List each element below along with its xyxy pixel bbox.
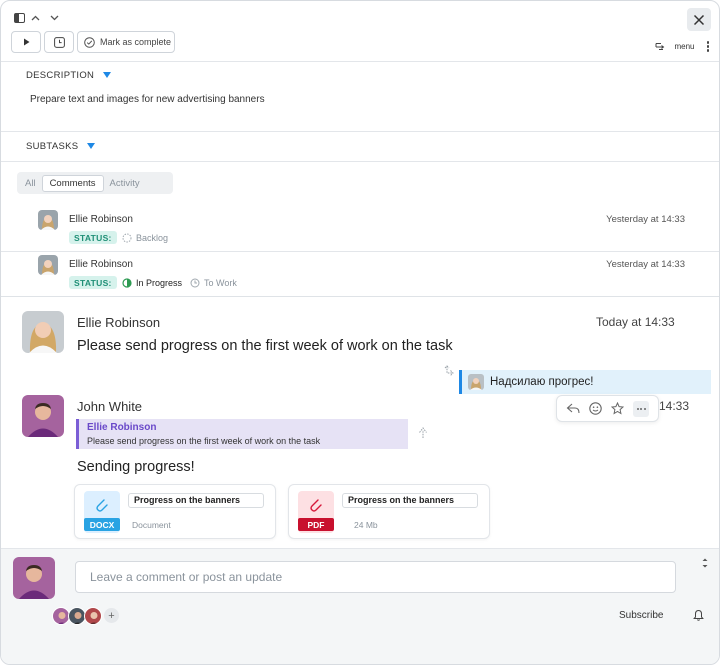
status-to: To Work xyxy=(190,276,237,289)
file-attachment[interactable]: PDF Progress on the banners 24 Mb xyxy=(288,484,490,539)
quote-author: Ellie Robinson xyxy=(87,422,157,433)
avatar xyxy=(22,311,64,353)
avatar xyxy=(38,210,58,230)
divider xyxy=(1,161,719,162)
subtasks-label: SUBTASKS xyxy=(26,141,79,152)
divider xyxy=(1,296,719,297)
subscribe-button[interactable]: Subscribe xyxy=(619,610,663,621)
status-badge: STATUS: xyxy=(69,231,117,244)
play-icon xyxy=(23,38,29,46)
quote-text: Please send progress on the first week o… xyxy=(87,436,321,446)
divider xyxy=(1,131,719,132)
task-toolbar: Mark as complete menu xyxy=(1,1,719,62)
emoji-icon[interactable] xyxy=(589,402,602,415)
participant-avatar[interactable] xyxy=(84,607,102,625)
divider xyxy=(1,251,719,252)
chevron-down-icon[interactable] xyxy=(46,10,62,26)
reply-text: Надсилаю прогрес! xyxy=(490,376,594,388)
history-author: Ellie Robinson xyxy=(69,259,133,270)
file-attachment[interactable]: DOCX Progress on the banners Document xyxy=(74,484,276,539)
check-circle-icon xyxy=(84,36,95,48)
tab-all[interactable]: All xyxy=(19,175,42,192)
mark-complete-button[interactable]: Mark as complete xyxy=(77,31,175,53)
file-name: Progress on the banners xyxy=(128,493,264,508)
time-tracking-button[interactable] xyxy=(44,31,74,53)
clock-icon xyxy=(53,36,65,48)
comment-input[interactable] xyxy=(75,561,676,593)
subtasks-header[interactable]: SUBTASKS xyxy=(26,141,96,152)
file-type-badge: PDF xyxy=(298,518,334,531)
close-icon xyxy=(693,14,705,25)
comment-author: Ellie Robinson xyxy=(77,315,161,330)
caret-down-icon xyxy=(103,72,112,79)
history-time: Yesterday at 14:33 xyxy=(606,259,685,270)
history-author: Ellie Robinson xyxy=(69,214,133,225)
history-item: Ellie Robinson Yesterday at 14:33 STATUS… xyxy=(1,210,719,255)
reply-icon[interactable] xyxy=(566,403,580,414)
avatar xyxy=(22,395,64,437)
reply-preview[interactable]: Надсилаю прогрес! xyxy=(459,370,711,394)
current-user-avatar xyxy=(13,557,55,599)
comment-time: 14:33 xyxy=(659,399,690,413)
tab-activity[interactable]: Activity xyxy=(104,175,146,192)
resize-handle-icon[interactable] xyxy=(701,557,709,569)
history-item: Ellie Robinson Yesterday at 14:33 STATUS… xyxy=(1,255,719,300)
jump-to-message-icon[interactable] xyxy=(417,426,429,439)
comment-text: Please send progress on the first week o… xyxy=(77,338,453,354)
status-value: Backlog xyxy=(122,231,168,244)
status-to-text: To Work xyxy=(204,277,237,288)
backlog-status-icon xyxy=(122,233,132,242)
status-value-text: Backlog xyxy=(136,232,169,243)
avatar xyxy=(38,255,58,275)
mark-complete-label: Mark as complete xyxy=(100,37,172,47)
file-name: Progress on the banners xyxy=(342,493,478,508)
comment-actions xyxy=(556,395,659,422)
bell-icon[interactable] xyxy=(693,609,704,621)
to-work-status-icon xyxy=(190,278,200,287)
start-button[interactable] xyxy=(11,31,41,53)
feed-tabs: All Comments Activity xyxy=(17,172,173,194)
task-panel: Mark as complete menu DESCRIPTION Prepar… xyxy=(0,0,720,665)
caret-down-icon xyxy=(87,143,96,150)
star-icon[interactable] xyxy=(611,402,625,415)
reply-arrow-icon xyxy=(444,365,454,376)
comment-time: Today at 14:33 xyxy=(596,315,675,329)
status-value: In Progress xyxy=(122,276,182,289)
file-meta: 24 Mb xyxy=(354,520,378,530)
avatar xyxy=(468,374,484,390)
file-meta: Document xyxy=(132,520,171,530)
in-progress-status-icon xyxy=(122,277,132,288)
file-type-badge: DOCX xyxy=(84,518,120,531)
menu-area: menu xyxy=(655,41,709,52)
close-button[interactable] xyxy=(687,8,711,31)
customize-menu-icon[interactable] xyxy=(655,42,665,51)
description-text: Prepare text and images for new advertis… xyxy=(30,94,265,105)
status-value-text: In Progress xyxy=(136,277,183,288)
sidebar-toggle-icon[interactable] xyxy=(11,10,27,26)
more-vertical-icon[interactable] xyxy=(706,41,709,52)
status-badge: STATUS: xyxy=(69,276,117,289)
add-participant-button[interactable]: + xyxy=(104,608,119,623)
quoted-message[interactable]: Ellie Robinson Please send progress on t… xyxy=(76,419,408,449)
description-label: DESCRIPTION xyxy=(26,70,95,81)
description-header[interactable]: DESCRIPTION xyxy=(26,70,112,81)
history-time: Yesterday at 14:33 xyxy=(606,214,685,225)
menu-link[interactable]: menu xyxy=(674,42,694,51)
comment-text: Sending progress! xyxy=(77,459,195,475)
chevron-up-icon[interactable] xyxy=(27,10,43,26)
more-horizontal-icon[interactable] xyxy=(633,400,650,417)
comment-composer: + Subscribe xyxy=(1,548,719,664)
comment-author: John White xyxy=(77,399,143,414)
tab-comments[interactable]: Comments xyxy=(41,174,104,192)
